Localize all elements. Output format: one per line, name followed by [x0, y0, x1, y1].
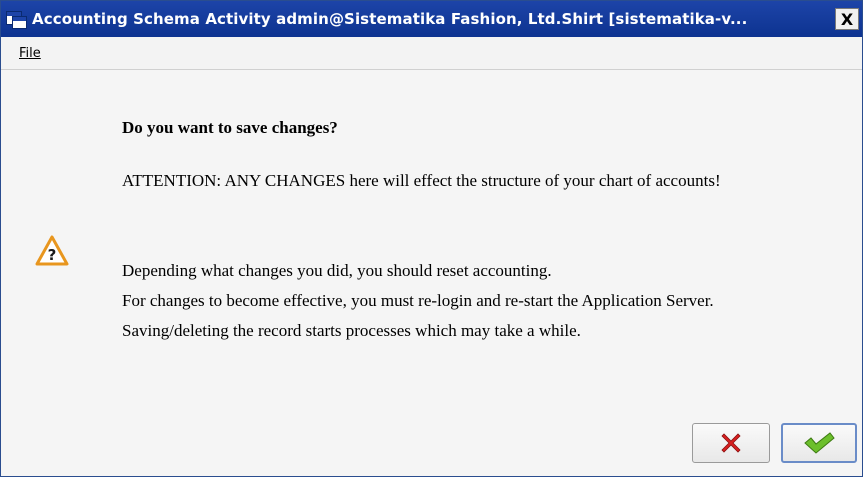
message-line: Saving/deleting the record starts proces…	[122, 321, 581, 340]
green-check-icon	[804, 432, 835, 454]
red-x-icon	[721, 433, 741, 453]
warning-icon: ?	[35, 235, 69, 266]
title-bar[interactable]: Accounting Schema Activity admin@Sistema…	[1, 1, 862, 37]
dialog-heading: Do you want to save changes?	[122, 118, 338, 137]
message-body: Depending what changes you did, you shou…	[122, 256, 832, 346]
dialog-window: Accounting Schema Activity admin@Sistema…	[0, 0, 863, 477]
ok-button[interactable]	[781, 423, 857, 463]
dialog-content: ? Do you want to save changes? ATTENTION…	[1, 70, 862, 476]
app-window-icon	[6, 8, 28, 30]
message-line: Depending what changes you did, you shou…	[122, 261, 552, 280]
close-window-button[interactable]: X	[835, 8, 859, 30]
attention-text: ATTENTION: ANY CHANGES here will effect …	[122, 171, 721, 190]
svg-text:?: ?	[48, 246, 57, 264]
window-title: Accounting Schema Activity admin@Sistema…	[32, 10, 748, 28]
cancel-button[interactable]	[692, 423, 770, 463]
menu-bar: File	[1, 37, 862, 70]
menu-file[interactable]: File	[19, 46, 41, 61]
message-line: For changes to become effective, you mus…	[122, 291, 714, 310]
